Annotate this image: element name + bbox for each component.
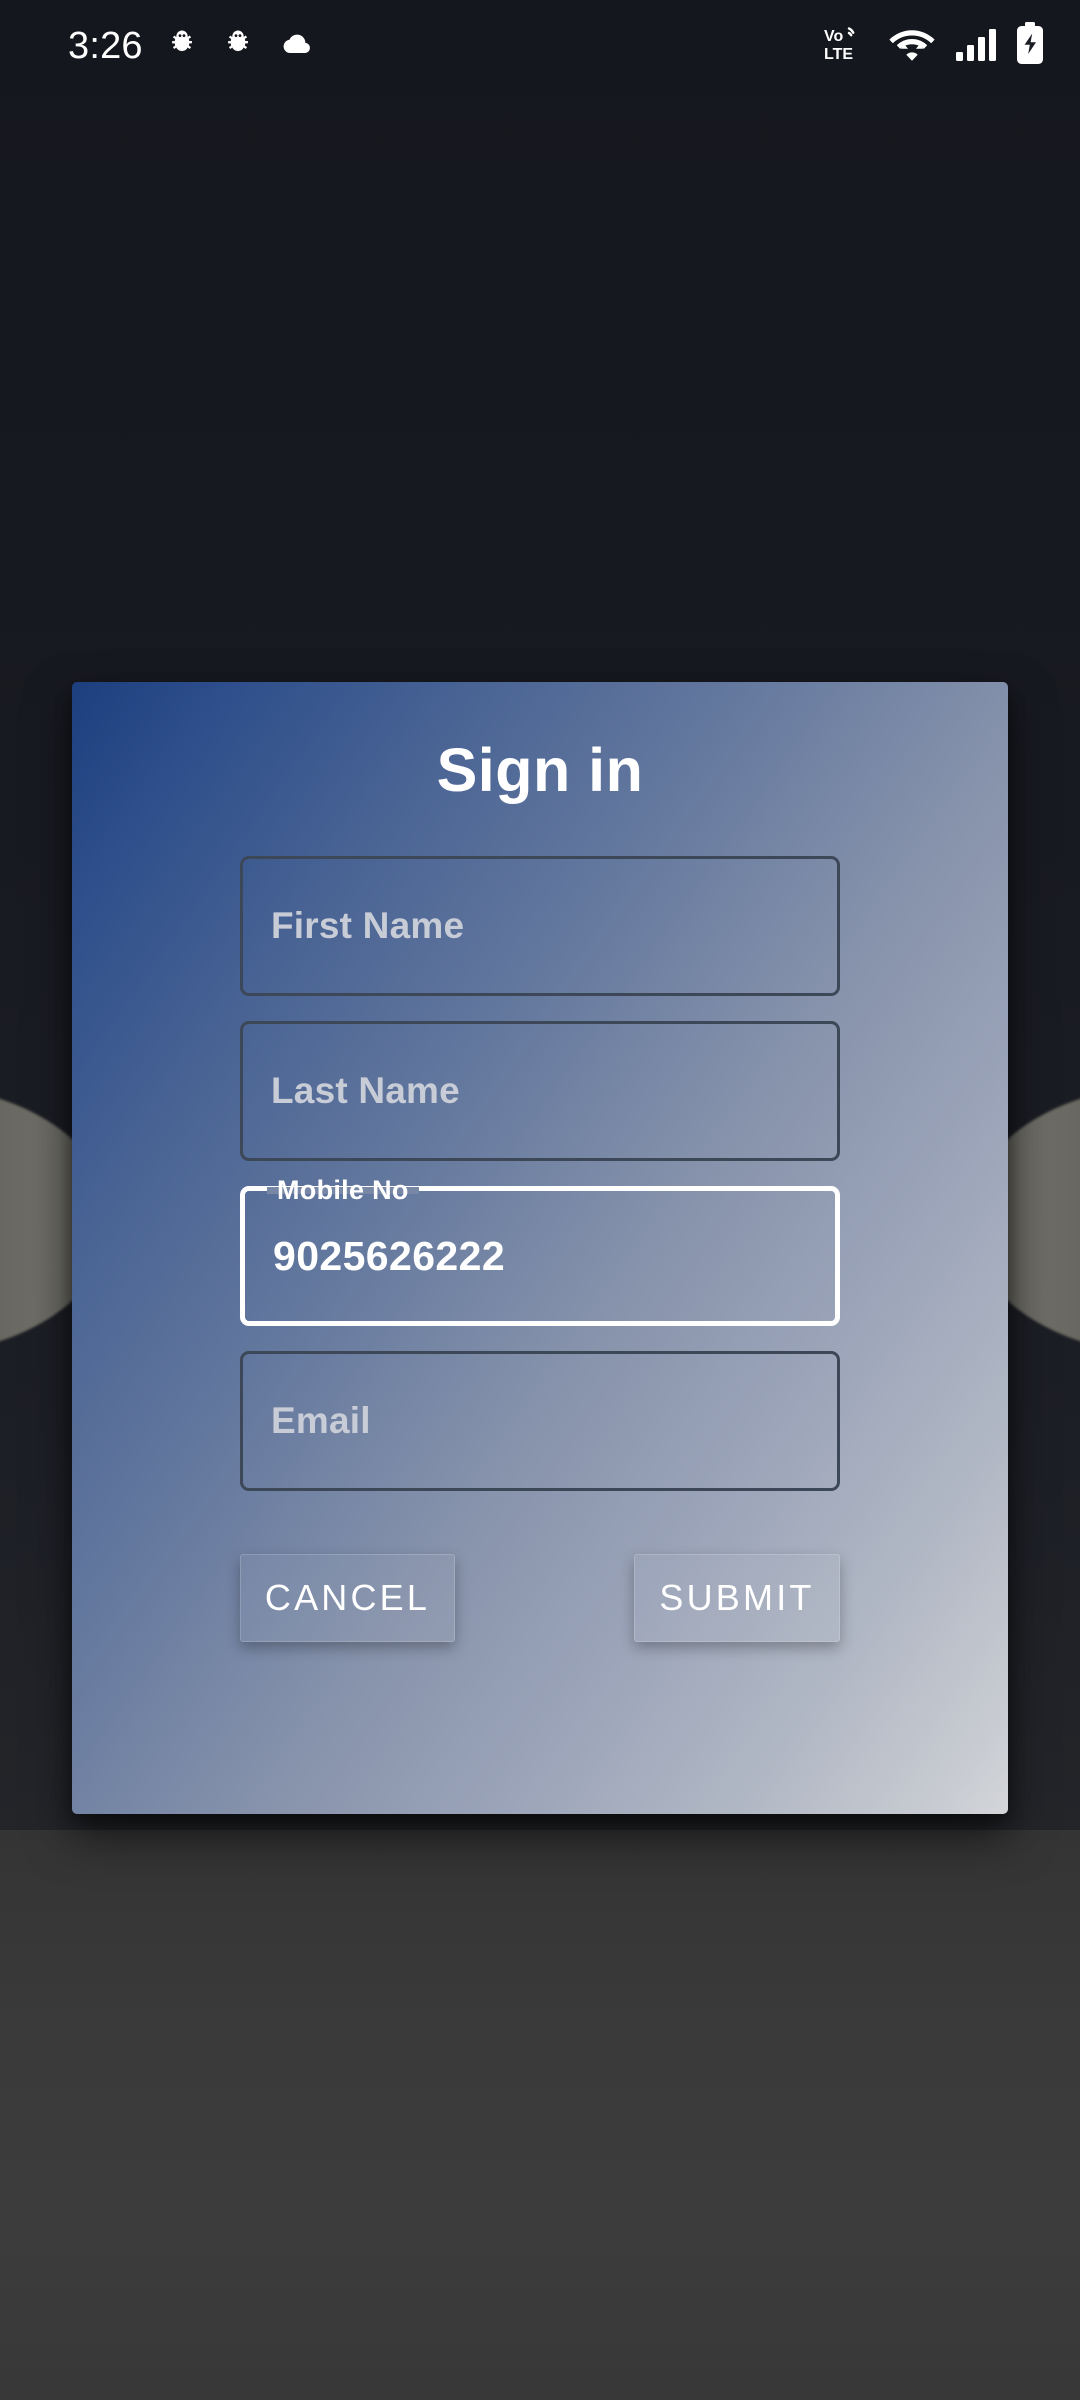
dialog-actions: CANCEL SUBMIT: [240, 1554, 840, 1643]
cancel-button[interactable]: CANCEL: [240, 1554, 455, 1643]
bug-icon: [221, 27, 255, 66]
battery-charging-icon: [1014, 21, 1046, 71]
status-clock: 3:26: [68, 25, 143, 67]
status-bar-right: Vo LTE: [824, 21, 1046, 71]
signal-icon: [954, 24, 996, 69]
cloud-icon: [277, 29, 313, 64]
svg-text:LTE: LTE: [824, 46, 853, 63]
status-bar-left: 3:26: [68, 27, 313, 66]
mobile-no-notch: Mobile No: [267, 1175, 419, 1205]
email-placeholder: Email: [271, 1400, 371, 1442]
mobile-no-value: 9025626222: [273, 1232, 506, 1279]
sign-in-form: First Name Last Name Mobile No 902562622…: [240, 856, 840, 1492]
dialog-title: Sign in: [436, 736, 644, 804]
first-name-placeholder: First Name: [271, 905, 465, 947]
bug-icon: [165, 27, 199, 66]
mobile-no-field[interactable]: Mobile No 9025626222: [240, 1175, 840, 1327]
status-bar: 3:26 Vo LTE: [0, 0, 1080, 92]
email-field[interactable]: Email: [240, 1351, 840, 1492]
last-name-placeholder: Last Name: [271, 1070, 460, 1112]
mobile-no-label: Mobile No: [277, 1174, 409, 1205]
phone-screen: Version 1.0 3:26: [0, 0, 1080, 2400]
first-name-field[interactable]: First Name: [240, 856, 840, 997]
volte-icon: Vo LTE: [824, 24, 870, 69]
svg-text:Vo: Vo: [824, 28, 843, 45]
last-name-field[interactable]: Last Name: [240, 1021, 840, 1162]
wifi-icon: [888, 24, 936, 69]
sign-in-dialog: Sign in First Name Last Name Mobile No 9…: [72, 682, 1008, 1814]
submit-button[interactable]: SUBMIT: [634, 1554, 840, 1643]
